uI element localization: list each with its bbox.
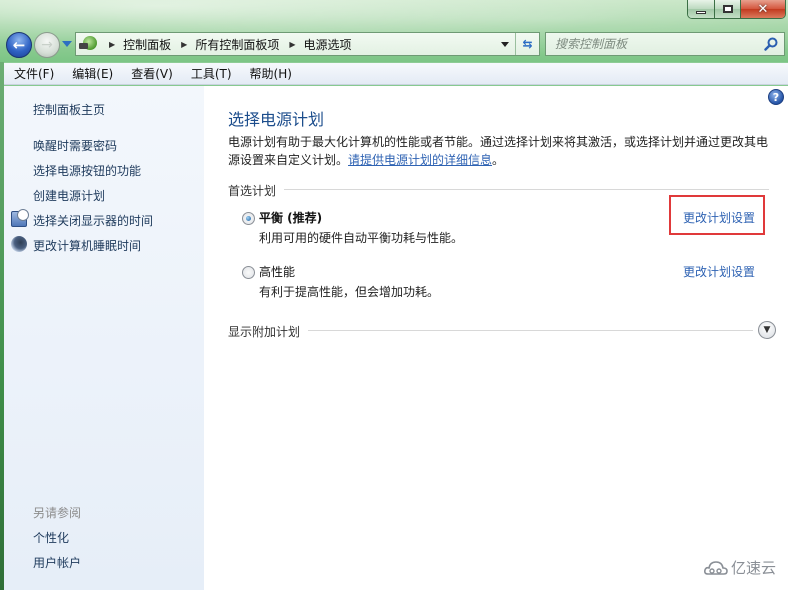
main-content: ? 选择电源计划 电源计划有助于最大化计算机的性能或者节能。通过选择计划来将其激… [204,86,788,590]
breadcrumb-power-options[interactable]: 电源选项 [304,36,352,53]
close-icon: ✕ [757,1,769,17]
maximize-icon [722,5,733,13]
back-button[interactable]: ← [6,32,32,58]
maximize-button[interactable] [715,0,741,18]
window: ✕ ← → ▶ 控制面板 ▶ 所有控制面板项 ▶ 电源选项 ⇆ 搜索控制面板 文… [0,0,788,590]
preferred-plans-heading: 首选计划 [228,184,277,198]
menu-tools[interactable]: 工具(T) [191,65,232,82]
forward-button[interactable]: → [34,32,60,58]
chevron-down-icon [501,41,509,47]
plan-description: 利用可用的硬件自动平衡功耗与性能。 [259,231,464,245]
page-description: 电源计划有助于最大化计算机的性能或者节能。通过选择计划来将其激活，或选择计划并通… [228,133,773,169]
watermark: 亿速云 [703,557,776,578]
address-history-dropdown[interactable] [497,33,513,55]
breadcrumb-control-panel[interactable]: 控制面板 [123,36,171,53]
forward-arrow-icon: → [41,37,53,53]
menu-help[interactable]: 帮助(H) [250,65,292,82]
sidebar-display-off-time[interactable]: 选择关闭显示器的时间 [33,212,153,229]
search-icon[interactable] [764,37,778,51]
cloud-logo-icon [703,560,728,575]
navigation-bar: ← → ▶ 控制面板 ▶ 所有控制面板项 ▶ 电源选项 ⇆ [0,30,788,60]
monitor-clock-icon [11,209,29,227]
breadcrumb-separator-icon[interactable]: ▶ [289,40,295,49]
close-button[interactable]: ✕ [741,0,785,18]
sidebar-require-password-on-wakeup[interactable]: 唤醒时需要密码 [33,137,117,154]
sidebar-power-button-action[interactable]: 选择电源按钮的功能 [33,162,141,179]
breadcrumb-separator-icon[interactable]: ▶ [109,40,115,49]
moon-icon [11,236,27,252]
recent-pages-dropdown[interactable] [62,41,72,47]
sidebar-sleep-time[interactable]: 更改计算机睡眠时间 [33,237,141,254]
highlight-annotation [669,195,765,235]
expand-additional-plans-button[interactable]: ▼ [758,321,776,339]
menu-view[interactable]: 查看(V) [131,65,173,82]
sidebar-control-panel-home[interactable]: 控制面板主页 [33,101,105,118]
section-divider [284,189,769,190]
search-box[interactable] [545,32,785,56]
search-input[interactable] [555,37,755,51]
minimize-icon [696,10,706,14]
see-also-heading: 另请参阅 [33,506,82,520]
sidebar-personalization[interactable]: 个性化 [33,529,69,546]
refresh-icon: ⇆ [522,37,533,51]
menu-file[interactable]: 文件(F) [14,65,54,82]
plan-details-link[interactable]: 请提供电源计划的详细信息 [348,153,492,167]
back-arrow-icon: ← [12,36,26,54]
minimize-button[interactable] [688,0,715,18]
sidebar: 控制面板主页 唤醒时需要密码 选择电源按钮的功能 创建电源计划 选择关闭显示器的… [4,86,204,590]
menu-edit[interactable]: 编辑(E) [72,65,113,82]
caption-buttons: ✕ [687,0,786,19]
change-plan-settings-link-high-performance[interactable]: 更改计划设置 [683,263,755,280]
chevron-down-icon: ▼ [763,325,771,335]
plan-description: 有利于提高性能，但会增加功耗。 [259,285,440,299]
control-panel-icon [79,35,99,53]
address-bar[interactable]: ▶ 控制面板 ▶ 所有控制面板项 ▶ 电源选项 ⇆ [75,32,540,56]
sidebar-user-accounts[interactable]: 用户帐户 [33,554,81,571]
plan-balanced-radio[interactable] [242,212,255,225]
additional-plans-heading[interactable]: 显示附加计划 [228,323,300,340]
sidebar-create-power-plan[interactable]: 创建电源计划 [33,187,105,204]
refresh-button[interactable]: ⇆ [515,33,539,55]
plan-name[interactable]: 平衡 (推荐) [259,209,322,226]
description-end: 。 [492,153,505,167]
help-icon[interactable]: ? [768,89,784,105]
watermark-text: 亿速云 [730,559,776,577]
plan-name[interactable]: 高性能 [259,263,295,280]
menu-bar: 文件(F) 编辑(E) 查看(V) 工具(T) 帮助(H) [4,63,788,85]
page-title: 选择电源计划 [228,110,325,129]
plan-high-performance-radio[interactable] [242,266,255,279]
breadcrumb-all-items[interactable]: 所有控制面板项 [195,36,279,53]
section-divider [308,330,753,331]
breadcrumb-separator-icon[interactable]: ▶ [181,40,187,49]
